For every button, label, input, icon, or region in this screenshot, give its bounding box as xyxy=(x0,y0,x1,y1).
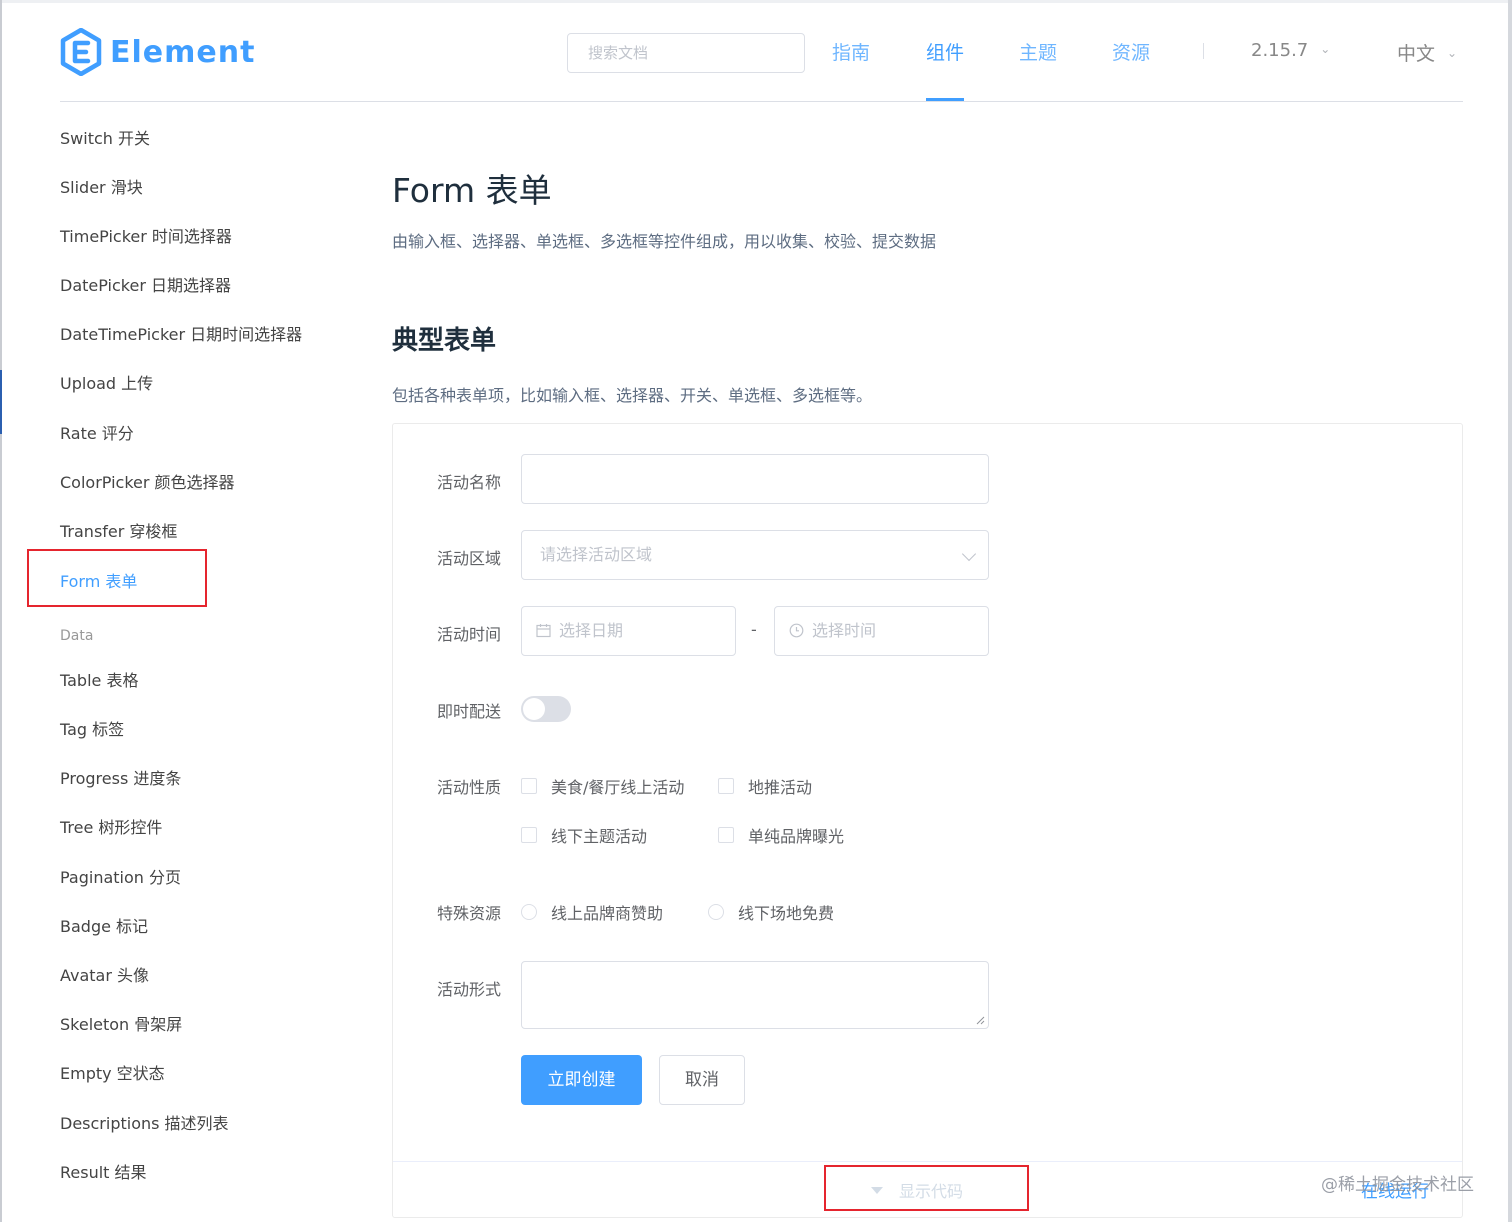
top-header: Element 搜索文档 指南 组件 主题 资源 2.15.7 ⌄ 中文 ⌄ xyxy=(60,0,1463,102)
nav-resource[interactable]: 资源 xyxy=(1112,38,1150,65)
create-button[interactable]: 立即创建 xyxy=(521,1055,642,1105)
calendar-icon xyxy=(536,607,551,655)
sidebar-item-datepicker[interactable]: DatePicker 日期选择器 xyxy=(60,272,231,296)
sidebar-item-transfer[interactable]: Transfer 穿梭框 xyxy=(60,518,177,542)
sidebar-item-rate[interactable]: Rate 评分 xyxy=(60,420,134,444)
page-title: Form 表单 xyxy=(392,171,552,210)
label-activity-region: 活动区域 xyxy=(437,549,502,568)
section-description: 包括各种表单项，比如输入框、选择器、开关、单选框、多选框等。 xyxy=(392,386,873,405)
radio-label: 线上品牌商赞助 xyxy=(551,904,664,923)
clock-icon xyxy=(789,607,804,655)
time-picker[interactable]: 选择时间 xyxy=(774,606,989,656)
element-logo-icon xyxy=(60,28,102,76)
chevron-down-icon: ⌄ xyxy=(1320,42,1331,56)
instant-delivery-switch[interactable] xyxy=(521,696,571,722)
activity-name-input[interactable] xyxy=(521,454,989,504)
checkbox-box xyxy=(521,778,537,794)
radio-circle xyxy=(521,904,537,920)
date-placeholder: 选择日期 xyxy=(559,621,624,640)
checkbox-online-activity[interactable]: 美食/餐厅线上活动 xyxy=(521,774,684,798)
checkbox-brand-exposure[interactable]: 单纯品牌曝光 xyxy=(718,823,844,847)
sidebar-item-badge[interactable]: Badge 标记 xyxy=(60,913,148,937)
sidebar-item-switch[interactable]: Switch 开关 xyxy=(60,125,150,149)
time-separator: - xyxy=(751,620,757,639)
watermark: @稀土掘金技术社区 xyxy=(1321,1175,1474,1195)
version-label: 2.15.7 xyxy=(1251,40,1309,61)
checkbox-label: 线下主题活动 xyxy=(551,827,648,846)
sidebar-item-result[interactable]: Result 结果 xyxy=(60,1159,147,1183)
checkbox-box xyxy=(521,827,537,843)
radio-circle xyxy=(708,904,724,920)
activity-region-select[interactable]: 请选择活动区域 xyxy=(521,530,989,580)
sidebar-item-table[interactable]: Table 表格 xyxy=(60,667,138,691)
resize-handle-icon[interactable] xyxy=(976,1016,985,1025)
sidebar-item-skeleton[interactable]: Skeleton 骨架屏 xyxy=(60,1011,182,1035)
chevron-down-icon xyxy=(961,546,977,562)
switch-knob xyxy=(523,698,545,720)
window-left-edge xyxy=(0,0,2,1222)
language-label: 中文 xyxy=(1397,43,1436,65)
radio-free-venue[interactable]: 线下场地免费 xyxy=(708,900,834,924)
sidebar-item-descriptions[interactable]: Descriptions 描述列表 xyxy=(60,1110,229,1134)
sidebar-item-pagination[interactable]: Pagination 分页 xyxy=(60,864,181,888)
time-placeholder: 选择时间 xyxy=(812,621,877,640)
activity-form-textarea[interactable] xyxy=(521,961,989,1029)
sidebar-item-tag[interactable]: Tag 标签 xyxy=(60,716,124,740)
label-activity-name: 活动名称 xyxy=(437,473,502,492)
checkbox-label: 单纯品牌曝光 xyxy=(748,827,845,846)
label-special-resource: 特殊资源 xyxy=(437,904,502,923)
nav-divider xyxy=(1203,43,1204,59)
radio-online-sponsor[interactable]: 线上品牌商赞助 xyxy=(521,900,663,924)
label-activity-form: 活动形式 xyxy=(437,980,502,999)
sidebar-item-timepicker[interactable]: TimePicker 时间选择器 xyxy=(60,223,232,247)
nav-theme[interactable]: 主题 xyxy=(1019,38,1057,65)
highlight-box-form xyxy=(27,549,207,607)
scrollbar-track[interactable] xyxy=(1508,0,1512,1222)
sidebar-item-slider[interactable]: Slider 滑块 xyxy=(60,174,143,198)
label-activity-type: 活动性质 xyxy=(437,778,502,797)
sidebar-group-data: Data xyxy=(60,628,94,644)
checkbox-offline-theme[interactable]: 线下主题活动 xyxy=(521,823,647,847)
sidebar-item-upload[interactable]: Upload 上传 xyxy=(60,370,153,394)
radio-label: 线下场地免费 xyxy=(738,904,835,923)
label-activity-time: 活动时间 xyxy=(437,625,502,644)
region-placeholder: 请选择活动区域 xyxy=(540,545,653,564)
logo-text: Element xyxy=(110,34,256,70)
nav-active-indicator xyxy=(926,98,964,101)
demo-block: 活动名称 活动区域 请选择活动区域 活动时间 选择日期 - 选择时间 即时配送 … xyxy=(392,423,1463,1218)
search-input[interactable]: 搜索文档 xyxy=(567,33,805,73)
sidebar-item-colorpicker[interactable]: ColorPicker 颜色选择器 xyxy=(60,469,235,493)
checkbox-box xyxy=(718,827,734,843)
checkbox-ground-promotion[interactable]: 地推活动 xyxy=(718,774,812,798)
sidebar-item-datetimepicker[interactable]: DateTimePicker 日期时间选择器 xyxy=(60,321,302,345)
nav-component[interactable]: 组件 xyxy=(926,38,964,65)
checkbox-label: 美食/餐厅线上活动 xyxy=(551,778,685,797)
section-title: 典型表单 xyxy=(392,326,497,356)
version-dropdown[interactable]: 2.15.7 ⌄ xyxy=(1251,40,1330,61)
checkbox-label: 地推活动 xyxy=(748,778,813,797)
sidebar-item-progress[interactable]: Progress 进度条 xyxy=(60,765,181,789)
cancel-button[interactable]: 取消 xyxy=(659,1055,745,1105)
nav-guide[interactable]: 指南 xyxy=(832,38,870,65)
date-picker[interactable]: 选择日期 xyxy=(521,606,736,656)
label-instant-delivery: 即时配送 xyxy=(437,702,502,721)
checkbox-box xyxy=(718,778,734,794)
sidebar-item-empty[interactable]: Empty 空状态 xyxy=(60,1060,165,1084)
element-logo[interactable]: Element xyxy=(60,28,255,76)
sidebar-item-avatar[interactable]: Avatar 头像 xyxy=(60,962,149,986)
chevron-down-icon: ⌄ xyxy=(1447,45,1458,60)
highlight-box-show-code xyxy=(824,1165,1029,1211)
sidebar-item-tree[interactable]: Tree 树形控件 xyxy=(60,814,162,838)
language-dropdown[interactable]: 中文 ⌄ xyxy=(1397,39,1457,66)
page-description: 由输入框、选择器、单选框、多选框等控件组成，用以收集、校验、提交数据 xyxy=(392,232,937,251)
window-left-accent xyxy=(0,370,2,434)
